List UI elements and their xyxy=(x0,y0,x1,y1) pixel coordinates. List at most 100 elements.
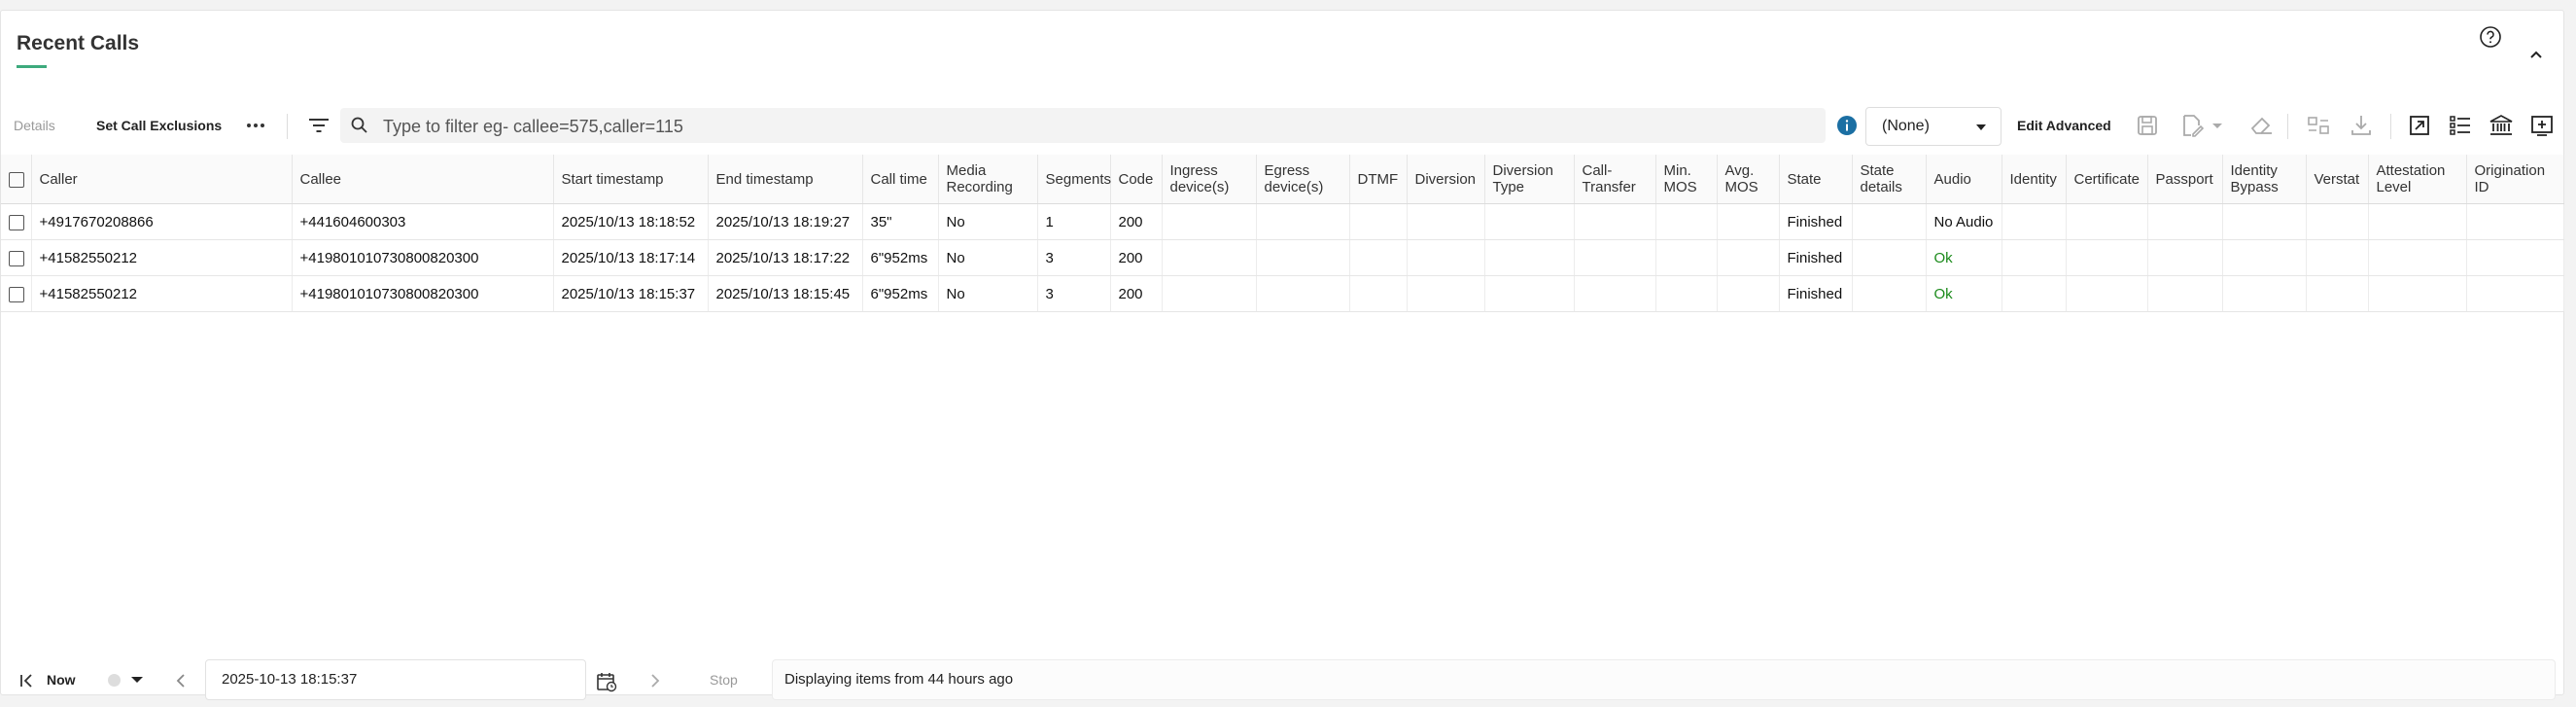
table-cell xyxy=(2368,239,2467,276)
calendar-icon[interactable] xyxy=(595,670,618,693)
table-cell xyxy=(1852,239,1927,276)
column-header[interactable]: Identity Bypass xyxy=(2222,155,2307,204)
column-header[interactable]: State details xyxy=(1852,155,1927,204)
table-cell: Ok xyxy=(1926,275,2002,312)
table-row[interactable]: +41582550212 +419801010730800820300 2025/1… xyxy=(1,275,2564,312)
date-time-field[interactable]: 2025-10-13 18:15:37 xyxy=(205,659,617,700)
edit-advanced-button[interactable]: Edit Advanced xyxy=(2017,100,2111,151)
download-icon[interactable] xyxy=(2348,112,2375,139)
table-row[interactable]: +4917670208866 +441604600303 2025/10/13 18… xyxy=(1,203,2564,240)
table-cell xyxy=(2066,275,2148,312)
table-cell xyxy=(2066,239,2148,276)
column-header[interactable]: Egress device(s) xyxy=(1256,155,1350,204)
chevron-left-icon[interactable] xyxy=(170,670,191,691)
column-header[interactable]: Avg. MOS xyxy=(1717,155,1780,204)
add-panel-icon[interactable] xyxy=(2528,112,2556,139)
column-header[interactable]: Verstat xyxy=(2306,155,2369,204)
search-box xyxy=(340,108,1826,145)
column-header[interactable]: Callee xyxy=(292,155,554,204)
table-cell xyxy=(2002,275,2067,312)
caret-down-icon[interactable] xyxy=(2210,112,2225,139)
column-header[interactable]: Diversion Type xyxy=(1484,155,1575,204)
table-cell: No Audio xyxy=(1926,203,2002,240)
table-cell: No xyxy=(938,239,1038,276)
compare-icon[interactable] xyxy=(2305,112,2332,139)
toolbar-divider xyxy=(2287,114,2288,139)
column-header[interactable]: Call time xyxy=(862,155,939,204)
column-header[interactable]: Origination ID xyxy=(2466,155,2564,204)
table-cell xyxy=(2002,203,2067,240)
list-icon[interactable] xyxy=(2447,112,2474,139)
stop-button[interactable]: Stop xyxy=(710,672,738,688)
toolbar-divider xyxy=(2390,114,2391,139)
column-header[interactable]: Ingress device(s) xyxy=(1162,155,1257,204)
column-header[interactable]: Diversion xyxy=(1407,155,1485,204)
column-header[interactable]: End timestamp xyxy=(708,155,863,204)
export-edit-icon[interactable] xyxy=(2178,112,2206,139)
info-icon[interactable] xyxy=(1836,115,1858,136)
column-header[interactable]: Code xyxy=(1110,155,1163,204)
column-header[interactable]: Passport xyxy=(2147,155,2223,204)
table-cell xyxy=(1256,203,1350,240)
now-button[interactable]: Now xyxy=(47,672,76,688)
status-text: Displaying items from 44 hours ago xyxy=(784,671,1014,688)
table-cell xyxy=(1484,239,1575,276)
table-cell xyxy=(1655,239,1718,276)
column-header[interactable]: Attestation Level xyxy=(2368,155,2467,204)
column-header[interactable]: Caller xyxy=(31,155,293,204)
column-header[interactable]: DTMF xyxy=(1349,155,1408,204)
table-cell xyxy=(1852,275,1927,312)
column-header[interactable]: Media Recording xyxy=(938,155,1038,204)
row-checkbox[interactable] xyxy=(9,214,24,230)
table-cell: 3 xyxy=(1037,275,1111,312)
search-input[interactable] xyxy=(381,108,1804,145)
chevron-up-icon[interactable] xyxy=(2524,44,2548,67)
table-cell: 2025/10/13 18:18:52 xyxy=(553,203,709,240)
table-cell xyxy=(2466,239,2564,276)
eraser-icon[interactable] xyxy=(2248,112,2276,139)
row-checkbox[interactable] xyxy=(9,286,24,302)
row-checkbox[interactable] xyxy=(9,250,24,266)
first-page-icon[interactable] xyxy=(17,670,38,691)
more-horizontal-icon[interactable] xyxy=(244,100,267,151)
table-cell xyxy=(2066,203,2148,240)
help-icon[interactable] xyxy=(2478,24,2503,50)
table-cell xyxy=(2147,239,2223,276)
column-header[interactable]: Audio xyxy=(1926,155,2002,204)
caret-down-icon[interactable] xyxy=(130,674,144,686)
row-select-cell xyxy=(1,203,32,240)
chevron-right-icon[interactable] xyxy=(644,670,666,691)
table-cell xyxy=(1484,203,1575,240)
table-cell xyxy=(2368,203,2467,240)
filter-icon[interactable] xyxy=(305,112,332,139)
table-row[interactable]: +41582550212 +41980101073080082030​0 2025/… xyxy=(1,239,2564,276)
details-button[interactable]: Details xyxy=(14,100,55,151)
column-header[interactable]: Call-Transfer xyxy=(1574,155,1656,204)
table-cell: 2025/10/13 18:15:37 xyxy=(553,275,709,312)
toolbar: Details Set Call Exclusions (None) Edit … xyxy=(1,100,2563,151)
recent-calls-panel: Recent Calls Details Set Call Exclusions xyxy=(0,10,2564,700)
column-header[interactable]: Certificate xyxy=(2066,155,2148,204)
table-cell: +41582550212 xyxy=(31,275,293,312)
table-cell xyxy=(1407,275,1485,312)
live-status-dot xyxy=(108,674,121,687)
table-cell xyxy=(2306,239,2369,276)
column-header[interactable]: Segments xyxy=(1037,155,1111,204)
table-cell xyxy=(2147,203,2223,240)
title-underline xyxy=(17,65,47,68)
caret-down-icon xyxy=(1976,124,1986,130)
table-cell: Ok xyxy=(1926,239,2002,276)
table-cell: 1 xyxy=(1037,203,1111,240)
bank-icon[interactable] xyxy=(2488,112,2515,139)
select-all-checkbox[interactable] xyxy=(9,171,24,188)
save-icon[interactable] xyxy=(2134,112,2161,139)
column-header[interactable]: State xyxy=(1779,155,1853,204)
column-header[interactable]: Start timestamp xyxy=(553,155,709,204)
table-cell xyxy=(1717,203,1780,240)
column-header[interactable]: Min. MOS xyxy=(1655,155,1718,204)
table-cell xyxy=(1574,275,1656,312)
column-header[interactable]: Identity xyxy=(2002,155,2067,204)
view-select[interactable]: (None) xyxy=(1865,107,2002,146)
open-external-icon[interactable] xyxy=(2406,112,2433,139)
set-call-exclusions-button[interactable]: Set Call Exclusions xyxy=(96,100,222,151)
